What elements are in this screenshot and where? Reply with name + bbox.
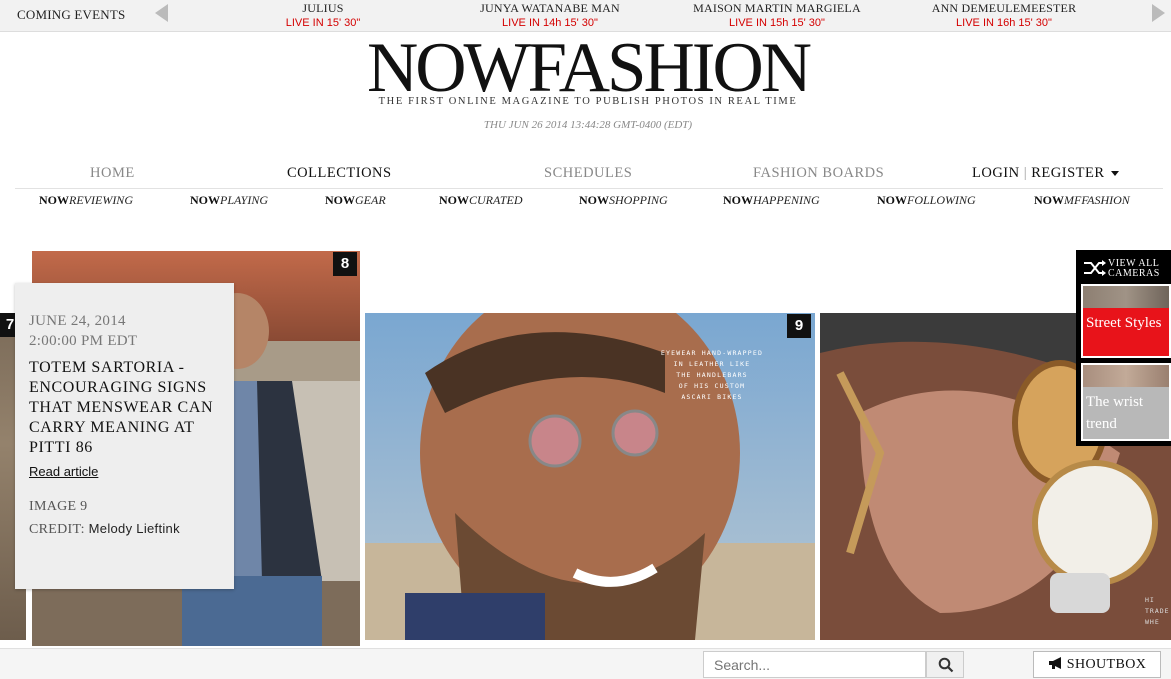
coming-events-label: COMING EVENTS <box>17 7 126 22</box>
subnav-suffix: MFFASHION <box>1064 193 1130 207</box>
event-item[interactable]: JUNYA WATANABE MAN LIVE IN 14h 15' 30" <box>460 1 640 29</box>
current-datetime: THU JUN 26 2014 13:44:28 GMT-0400 (EDT) <box>483 119 693 131</box>
credit-name: Melody Lieftink <box>88 521 180 536</box>
subnav-prefix: NOW <box>190 193 220 207</box>
event-name: MAISON MARTIN MARGIELA <box>693 1 861 15</box>
nav-schedules[interactable]: SCHEDULES <box>544 165 632 182</box>
tile-thumbnail <box>1083 286 1169 308</box>
event-item[interactable]: ANN DEMEULEMEESTER LIVE IN 16h 15' 30" <box>914 1 1094 29</box>
subnav-reviewing[interactable]: NOWREVIEWING <box>39 193 133 208</box>
megaphone-icon <box>1048 657 1061 669</box>
nav-account: LOGIN | REGISTER <box>972 165 1119 182</box>
subnav-gear[interactable]: NOWGEAR <box>325 193 386 208</box>
photo-credit: CREDIT: Melody Lieftink <box>29 521 220 538</box>
subnav-prefix: NOW <box>877 193 907 207</box>
article-time: 2:00:00 PM EDT <box>29 333 138 349</box>
image-number: IMAGE 9 <box>29 499 88 514</box>
subnav-prefix: NOW <box>723 193 753 207</box>
register-link[interactable]: REGISTER <box>1031 165 1104 181</box>
site-tagline: THE FIRST ONLINE MAGAZINE TO PUBLISH PHO… <box>378 96 798 107</box>
subnav-prefix: NOW <box>1034 193 1064 207</box>
caret-down-icon[interactable] <box>1110 171 1119 177</box>
subnav-prefix: NOW <box>439 193 469 207</box>
subnav-playing[interactable]: NOWPLAYING <box>190 193 268 208</box>
nav-separator: | <box>1023 165 1028 181</box>
shuffle-icon <box>1084 260 1106 276</box>
article-date: JUNE 24, 2014 <box>29 313 126 329</box>
bottom-bar <box>0 648 1171 679</box>
login-link[interactable]: LOGIN <box>972 165 1020 181</box>
subnav-shopping[interactable]: NOWSHOPPING <box>579 193 668 208</box>
article-title: TOTEM SARTORIA - ENCOURAGING SIGNS THAT … <box>29 359 214 456</box>
event-name: ANN DEMEULEMEESTER <box>931 1 1077 15</box>
event-item[interactable]: MAISON MARTIN MARGIELA LIVE IN 15h 15' 3… <box>687 1 867 29</box>
subnav-suffix: GEAR <box>355 193 386 207</box>
subnav-suffix: CURATED <box>469 193 523 207</box>
tile-label: Street Styles <box>1086 315 1162 331</box>
nav-home[interactable]: HOME <box>90 165 135 182</box>
shoutbox-label: SHOUTBOX <box>1066 657 1147 672</box>
event-name: JUNYA WATANABE MAN <box>480 1 620 15</box>
search-button[interactable] <box>926 651 964 678</box>
subnav-mffashion[interactable]: NOWMFFASHION <box>1034 193 1130 208</box>
event-countdown: LIVE IN 16h 15' 30" <box>956 17 1052 29</box>
subnav-prefix: NOW <box>39 193 69 207</box>
camera-tile-wrist-trend[interactable]: The wrist trend <box>1081 363 1171 441</box>
main-nav: HOME COLLECTIONS SCHEDULES FASHION BOARD… <box>15 162 1163 189</box>
event-item[interactable]: JULIUS LIVE IN 15' 30" <box>233 1 413 29</box>
nav-collections[interactable]: COLLECTIONS <box>287 165 392 182</box>
photo-number-badge: 8 <box>333 252 357 276</box>
cameras-panel: VIEW ALL CAMERAS Street Styles The wrist… <box>1076 250 1171 446</box>
chevron-left-icon[interactable] <box>155 4 168 22</box>
read-article-link[interactable]: Read article <box>29 464 220 479</box>
view-all-cameras-button[interactable]: VIEW ALL CAMERAS <box>1081 256 1171 280</box>
subnav-suffix: FOLLOWING <box>907 193 976 207</box>
search-icon <box>938 657 954 673</box>
tile-thumbnail <box>1083 365 1169 387</box>
view-all-label: VIEW ALL CAMERAS <box>1108 258 1160 279</box>
shoutbox-button[interactable]: SHOUTBOX <box>1033 651 1161 678</box>
photo-caption-overlay: EYEWEAR HAND-WRAPPED IN LEATHER LIKE THE… <box>660 349 764 401</box>
event-name: JULIUS <box>302 1 344 15</box>
nav-fashion-boards[interactable]: FASHION BOARDS <box>753 165 884 182</box>
photo-caption-overlay: HI TRADE WHE <box>1145 596 1170 626</box>
subnav-suffix: SHOPPING <box>609 193 668 207</box>
subnav-following[interactable]: NOWFOLLOWING <box>877 193 976 208</box>
subnav-prefix: NOW <box>325 193 355 207</box>
tile-label: The wrist trend <box>1086 394 1144 432</box>
gallery-photo[interactable]: EYEWEAR HAND-WRAPPED IN LEATHER LIKE THE… <box>365 313 815 640</box>
photo-info-card: JUNE 24, 2014 2:00:00 PM EDT TOTEM SARTO… <box>15 283 234 589</box>
subnav-prefix: NOW <box>579 193 609 207</box>
chevron-right-icon[interactable] <box>1152 4 1165 22</box>
credit-label: CREDIT: <box>29 522 85 537</box>
subnav-curated[interactable]: NOWCURATED <box>439 193 523 208</box>
subnav-suffix: REVIEWING <box>69 193 133 207</box>
photo-number-badge: 9 <box>787 314 811 338</box>
subnav-suffix: PLAYING <box>220 193 269 207</box>
search-input[interactable] <box>703 651 926 678</box>
subnav-suffix: HAPPENING <box>753 193 820 207</box>
camera-tile-street-styles[interactable]: Street Styles <box>1081 284 1171 358</box>
subnav-happening[interactable]: NOWHAPPENING <box>723 193 820 208</box>
